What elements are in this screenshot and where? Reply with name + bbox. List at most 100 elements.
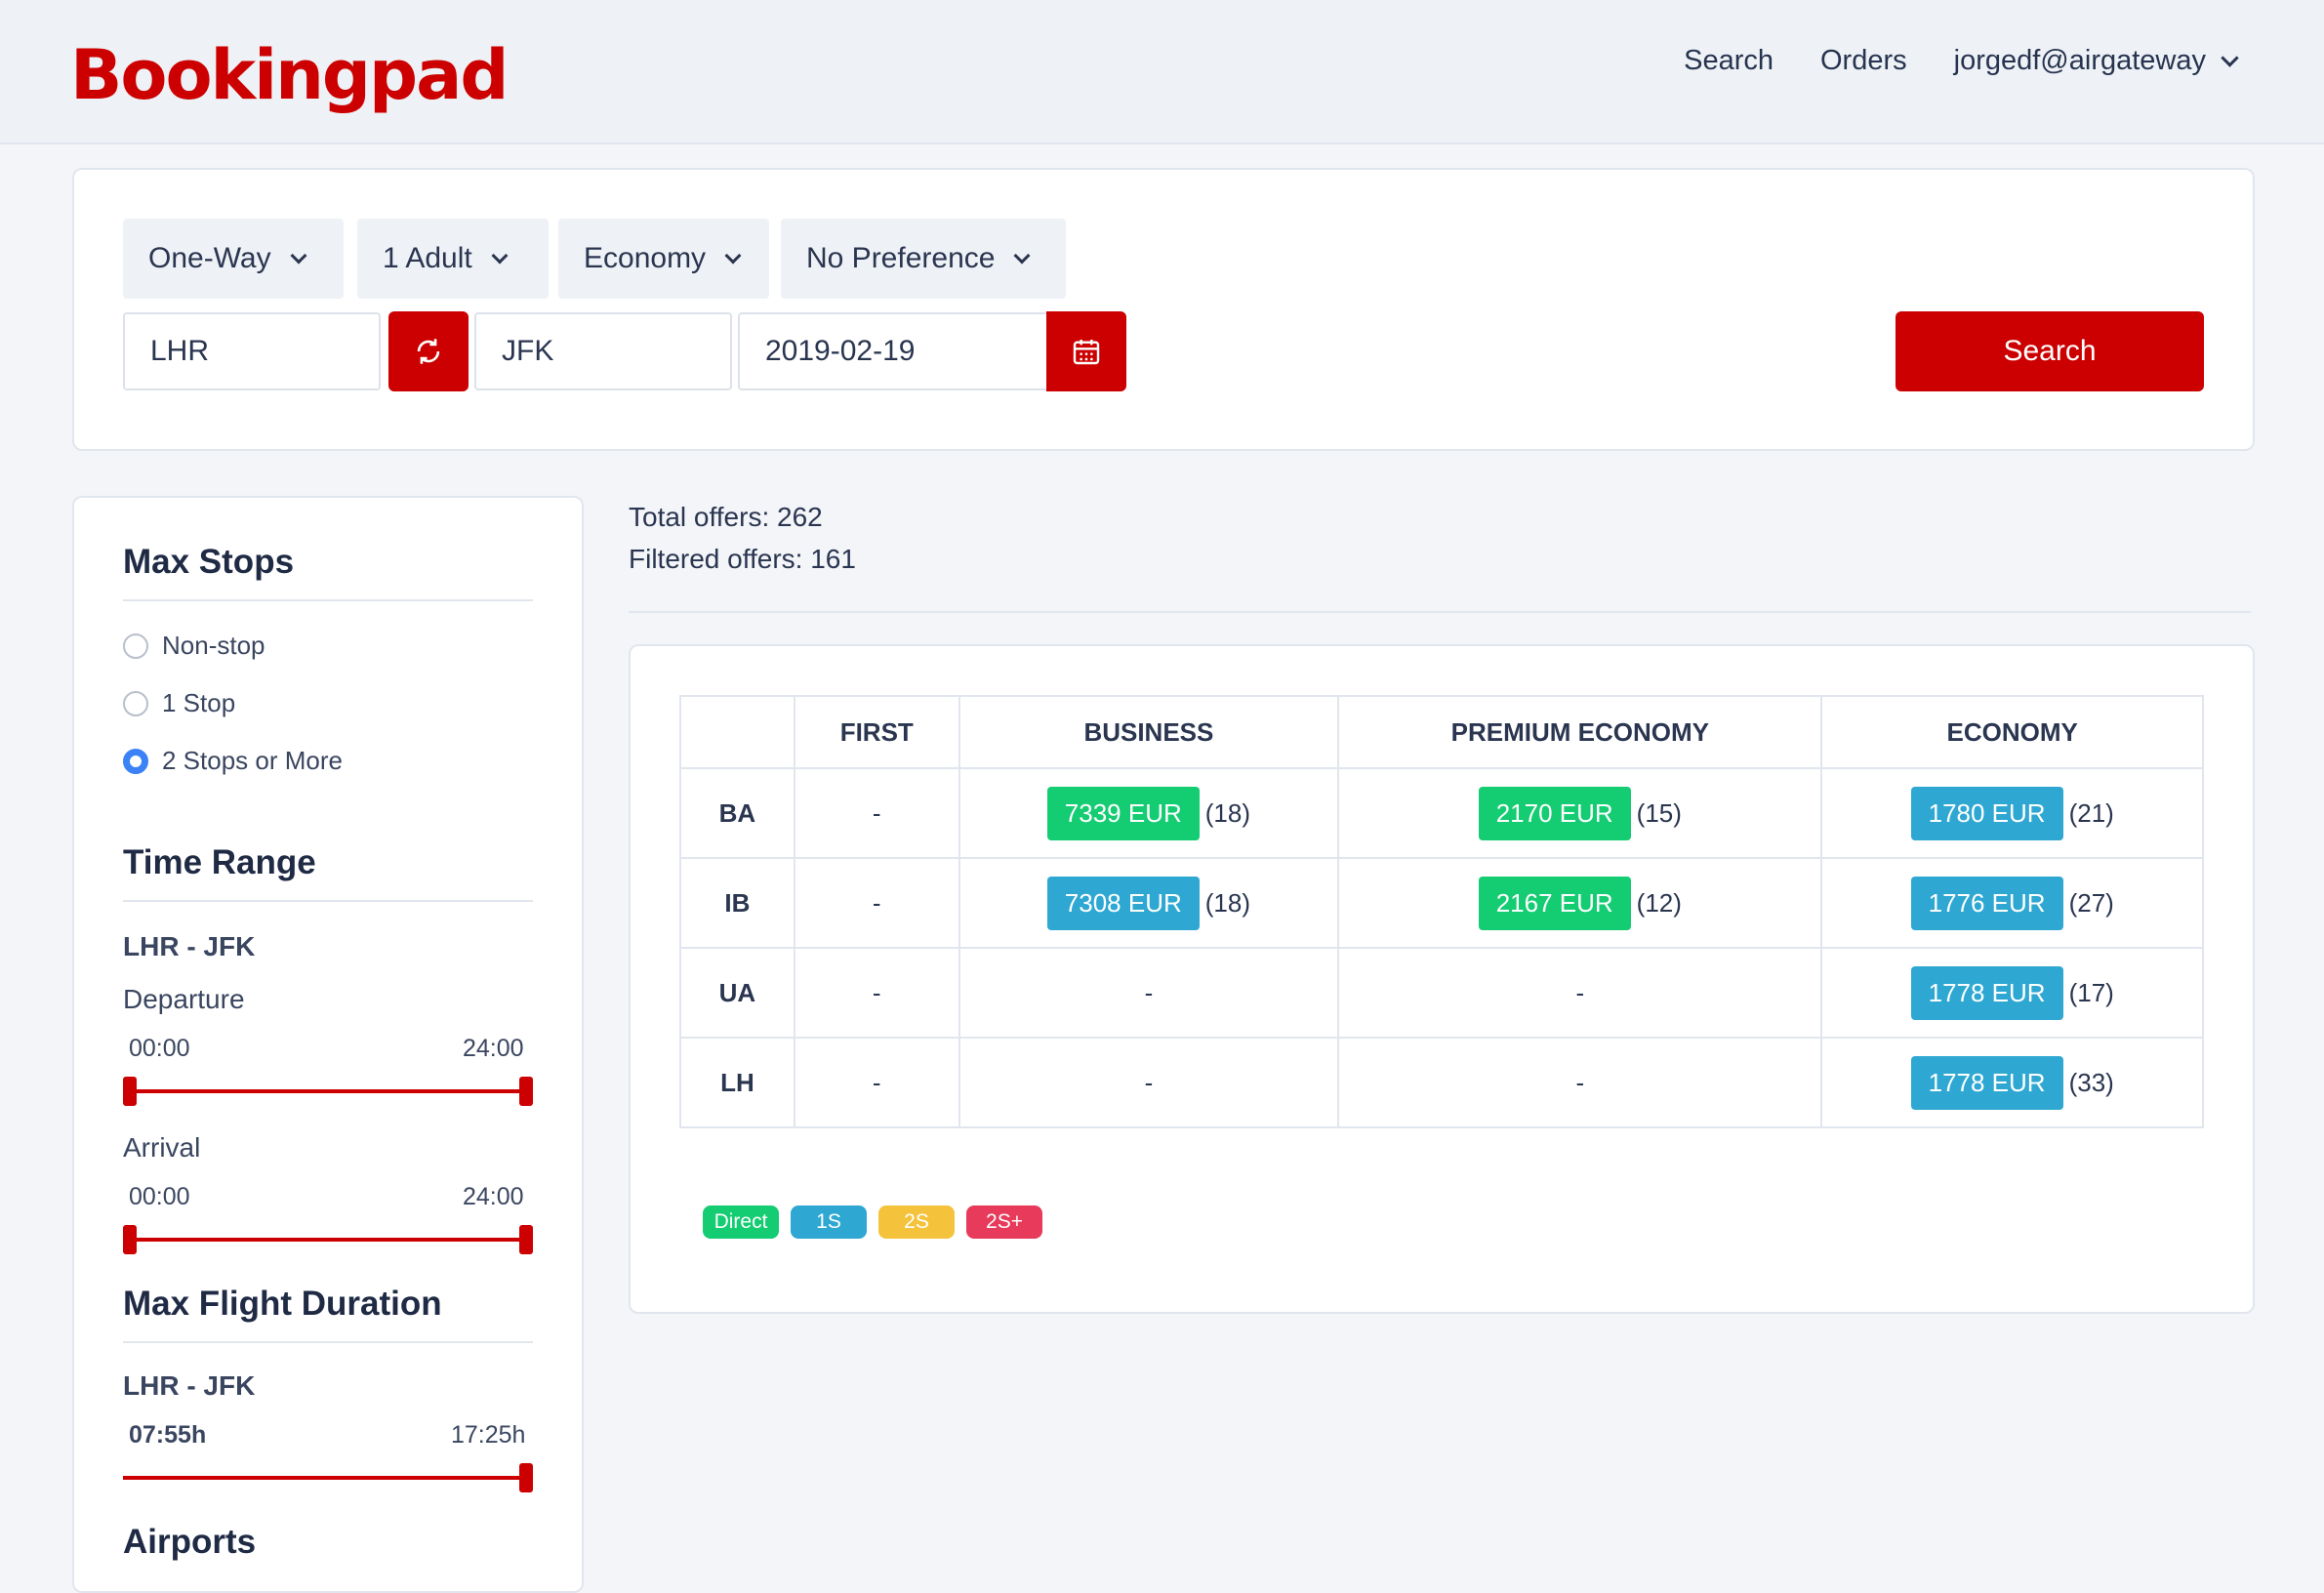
calendar-icon bbox=[1073, 340, 1100, 365]
divider bbox=[123, 900, 533, 902]
filters-sidebar: Max Stops Non-stop 1 Stop 2 Stops or Mor… bbox=[72, 496, 584, 1593]
passengers-value: 1 Adult bbox=[383, 242, 472, 274]
duration-slider-handle[interactable] bbox=[519, 1463, 533, 1492]
radio-label: 2 Stops or More bbox=[162, 746, 343, 775]
price-pill[interactable]: 1778 EUR bbox=[1910, 965, 2063, 1020]
arrival-slider-min-handle[interactable] bbox=[123, 1225, 137, 1254]
departure-min: 00:00 bbox=[129, 1035, 190, 1062]
radio-non-stop[interactable]: Non-stop bbox=[123, 631, 265, 661]
column-header bbox=[679, 695, 795, 769]
stops-legend: Direct 1S 2S 2S+ bbox=[703, 1205, 1042, 1239]
fare-cell: 2167 EUR (12) bbox=[1337, 857, 1823, 949]
fare-cell-empty: - bbox=[1337, 947, 1823, 1039]
airline-code: LH bbox=[679, 1037, 795, 1128]
airline-code: UA bbox=[679, 947, 795, 1039]
max-flight-duration-title: Max Flight Duration bbox=[123, 1285, 442, 1323]
departure-slider-max-handle[interactable] bbox=[519, 1077, 533, 1106]
origin-input[interactable]: LHR bbox=[123, 312, 381, 390]
table-row: UA - - - 1778 EUR (17) bbox=[679, 947, 2204, 1039]
results-matrix-card: FIRST BUSINESS PREMIUM ECONOMY ECONOMY B… bbox=[629, 644, 2255, 1314]
filtered-offers: Filtered offers: 161 bbox=[629, 544, 856, 574]
chevron-down-icon bbox=[491, 247, 509, 265]
destination-input[interactable]: JFK bbox=[474, 312, 732, 390]
column-header-business: BUSINESS bbox=[958, 695, 1340, 769]
divider bbox=[123, 599, 533, 601]
nav-orders-link[interactable]: Orders bbox=[1820, 45, 1907, 77]
swap-icon bbox=[417, 339, 440, 364]
price-pill[interactable]: 1778 EUR bbox=[1910, 1055, 2063, 1110]
fare-cell-empty: - bbox=[958, 947, 1340, 1039]
table-row: BA - 7339 EUR (18) 2170 EUR (15) 1780 EUR(… bbox=[679, 767, 2204, 859]
cabin-dropdown[interactable]: Economy bbox=[558, 219, 769, 299]
offer-count: (15) bbox=[1636, 797, 1682, 828]
date-input[interactable]: 2019-02-19 bbox=[738, 312, 1048, 390]
legend-2s-plus: 2S+ bbox=[966, 1205, 1042, 1239]
fare-cell: 7339 EUR (18) bbox=[958, 767, 1340, 859]
fare-matrix-table: FIRST BUSINESS PREMIUM ECONOMY ECONOMY B… bbox=[679, 695, 2204, 1128]
column-header-premium-economy: PREMIUM ECONOMY bbox=[1337, 695, 1823, 769]
duration-min: 07:55h bbox=[129, 1421, 207, 1449]
fare-cell: 1778 EUR (17) bbox=[1820, 947, 2204, 1039]
arrival-label: Arrival bbox=[123, 1132, 201, 1163]
fare-cell: 1776 EUR (27) bbox=[1820, 857, 2204, 949]
departure-slider-min-handle[interactable] bbox=[123, 1077, 137, 1106]
chevron-down-icon bbox=[290, 247, 307, 265]
departure-label: Departure bbox=[123, 984, 245, 1014]
offer-count: (33) bbox=[2068, 1067, 2114, 1097]
swap-button[interactable] bbox=[388, 311, 469, 391]
cabin-value: Economy bbox=[584, 242, 707, 274]
search-panel: One-Way 1 Adult Economy No Preference LH… bbox=[72, 168, 2255, 451]
price-pill[interactable]: 2167 EUR bbox=[1478, 876, 1631, 930]
arrival-slider-max-handle[interactable] bbox=[519, 1225, 533, 1254]
fare-cell-empty: - bbox=[958, 1037, 1340, 1128]
time-range-title: Time Range bbox=[123, 843, 316, 881]
radio-label: Non-stop bbox=[162, 631, 265, 660]
fare-cell: 7308 EUR (18) bbox=[958, 857, 1340, 949]
top-header: Bookingpad Search Orders jorgedf@airgate… bbox=[0, 0, 2324, 144]
offer-count: (18) bbox=[1204, 887, 1251, 918]
fare-cell: 1780 EUR (21) bbox=[1820, 767, 2204, 859]
divider bbox=[123, 1341, 533, 1343]
preference-dropdown[interactable]: No Preference bbox=[781, 219, 1066, 299]
radio-1-stop[interactable]: 1 Stop bbox=[123, 688, 235, 718]
passengers-dropdown[interactable]: 1 Adult bbox=[357, 219, 549, 299]
fare-cell-empty: - bbox=[793, 857, 960, 949]
time-range-route: LHR - JFK bbox=[123, 931, 256, 961]
radio-label: 1 Stop bbox=[162, 688, 236, 717]
user-menu[interactable]: jorgedf@airgateway bbox=[1954, 45, 2239, 77]
table-row: IB - 7308 EUR (18) 2167 EUR (12) 1776 EUR(… bbox=[679, 857, 2204, 949]
price-pill[interactable]: 7308 EUR bbox=[1046, 876, 1200, 930]
duration-max: 17:25h bbox=[451, 1421, 526, 1449]
radio-2-stops-or-more[interactable]: 2 Stops or More bbox=[123, 746, 343, 776]
offer-count: (27) bbox=[2068, 887, 2114, 918]
column-header-economy: ECONOMY bbox=[1820, 695, 2204, 769]
fare-cell-empty: - bbox=[1337, 1037, 1823, 1128]
legend-direct: Direct bbox=[703, 1205, 779, 1239]
airline-code: IB bbox=[679, 857, 795, 949]
price-pill[interactable]: 2170 EUR bbox=[1478, 786, 1631, 840]
trip-type-dropdown[interactable]: One-Way bbox=[123, 219, 344, 299]
offer-count: (12) bbox=[1636, 887, 1682, 918]
duration-route: LHR - JFK bbox=[123, 1370, 256, 1401]
price-pill[interactable]: 1780 EUR bbox=[1910, 786, 2063, 840]
price-pill[interactable]: 1776 EUR bbox=[1910, 876, 2063, 930]
search-button[interactable]: Search bbox=[1896, 311, 2204, 391]
total-offers: Total offers: 262 bbox=[629, 502, 823, 532]
fare-cell: 1778 EUR (33) bbox=[1820, 1037, 2204, 1128]
price-pill[interactable]: 7339 EUR bbox=[1046, 786, 1200, 840]
legend-1s: 1S bbox=[791, 1205, 867, 1239]
airports-title: Airports bbox=[123, 1523, 257, 1561]
chevron-down-icon bbox=[1013, 247, 1031, 265]
departure-max: 24:00 bbox=[463, 1035, 524, 1062]
brand-logo[interactable]: Bookingpad bbox=[70, 31, 509, 119]
airline-code: BA bbox=[679, 767, 795, 859]
offer-count: (18) bbox=[1204, 797, 1251, 828]
legend-2s: 2S bbox=[878, 1205, 955, 1239]
arrival-min: 00:00 bbox=[129, 1183, 190, 1210]
nav-search-link[interactable]: Search bbox=[1684, 45, 1774, 77]
chevron-down-icon bbox=[2221, 49, 2239, 67]
arrival-max: 24:00 bbox=[463, 1183, 524, 1210]
radio-circle-selected bbox=[123, 748, 148, 774]
calendar-button[interactable] bbox=[1046, 311, 1126, 391]
fare-cell-empty: - bbox=[793, 1037, 960, 1128]
